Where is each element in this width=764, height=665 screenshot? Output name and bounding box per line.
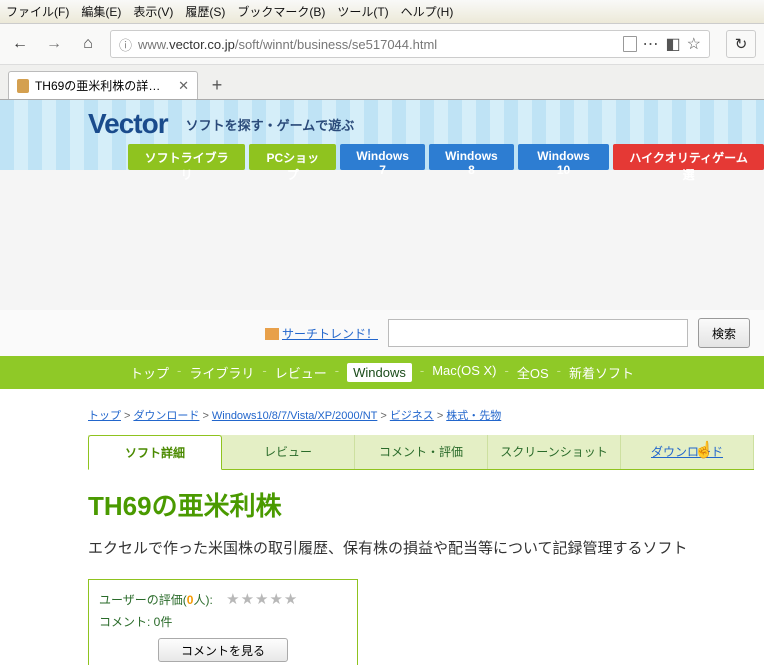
address-bar[interactable]: ⓘ www.vector.co.jp/soft/winnt/business/s…: [110, 30, 710, 58]
breadcrumb-separator: >: [434, 410, 446, 422]
browser-toolbar: ← → ⌂ ⓘ www.vector.co.jp/soft/winnt/busi…: [0, 24, 764, 65]
detail-tabs: ソフト詳細レビューコメント・評価スクリーンショットダウンロード: [88, 435, 754, 470]
breadcrumb-link[interactable]: ダウンロード: [133, 410, 199, 422]
site-header: Vector ソフトを探す・ゲームで遊ぶ: [0, 100, 764, 144]
forward-button[interactable]: →: [42, 32, 66, 56]
breadcrumb-link[interactable]: Windows10/8/7/Vista/XP/2000/NT: [212, 410, 378, 422]
separator: -: [335, 363, 339, 382]
separator: -: [420, 363, 424, 382]
menu-file[interactable]: ファイル(F): [6, 3, 69, 20]
category-nav-item[interactable]: 新着ソフト: [569, 363, 634, 382]
new-tab-button[interactable]: +: [204, 72, 230, 98]
category-nav: トップ - ライブラリ - レビュー - Windows - Mac(OS X)…: [0, 356, 764, 389]
detail-tab[interactable]: レビュー: [222, 435, 355, 469]
menu-edit[interactable]: 編集(E): [81, 3, 121, 20]
category-nav-item[interactable]: ライブラリ: [189, 363, 254, 382]
search-row: サーチトレンド！ 検索: [0, 310, 764, 356]
product-title: TH69の亜米利株: [88, 470, 754, 537]
comment-count-line: コメント: 0件: [99, 608, 347, 638]
menu-bookmarks[interactable]: ブックマーク(B): [237, 3, 325, 20]
product-description: エクセルで作った米国株の取引履歴、保有株の損益や配当等について記録管理するソフト: [88, 537, 754, 561]
nav-tab[interactable]: ハイクオリティゲーム選: [613, 144, 764, 170]
separator: -: [262, 363, 266, 382]
rating-box: ユーザーの評価(0人): ★★★★★ コメント: 0件 コメントを見る: [88, 579, 358, 665]
detail-tab[interactable]: ダウンロード: [621, 435, 754, 469]
favicon: [17, 79, 29, 93]
menu-help[interactable]: ヘルプ(H): [401, 3, 454, 20]
home-button[interactable]: ⌂: [76, 32, 100, 56]
nav-tab[interactable]: Windows 8: [429, 144, 514, 170]
bookmark-star-icon[interactable]: ☆: [687, 34, 701, 54]
back-button[interactable]: ←: [8, 32, 32, 56]
tab-title: TH69の亜米利株の詳細情報 :: [35, 77, 168, 94]
pocket-icon[interactable]: ◧: [666, 34, 681, 54]
browser-tab[interactable]: TH69の亜米利株の詳細情報 : ✕: [8, 71, 198, 99]
separator: -: [177, 363, 181, 382]
menu-view[interactable]: 表示(V): [133, 3, 173, 20]
breadcrumb-link[interactable]: ビジネス: [390, 410, 434, 422]
reader-mode-icon[interactable]: [623, 36, 637, 52]
separator: -: [557, 363, 561, 382]
breadcrumb-link[interactable]: 株式・先物: [446, 410, 501, 422]
nav-tab[interactable]: Windows 10: [518, 144, 609, 170]
breadcrumb-separator: >: [199, 410, 211, 422]
separator: -: [504, 363, 508, 382]
page-actions-icon[interactable]: ⋯: [643, 34, 660, 54]
nav-tab[interactable]: PCショップ: [249, 144, 336, 170]
tab-bar: TH69の亜米利株の詳細情報 : ✕ +: [0, 65, 764, 100]
search-trend-link[interactable]: サーチトレンド！: [265, 325, 378, 342]
category-nav-item[interactable]: Mac(OS X): [432, 363, 496, 382]
detail-tab[interactable]: スクリーンショット: [488, 435, 621, 469]
search-button[interactable]: 検索: [698, 318, 750, 348]
view-comments-button[interactable]: コメントを見る: [158, 638, 288, 662]
menu-tools[interactable]: ツール(T): [337, 3, 388, 20]
category-nav-item[interactable]: レビュー: [275, 363, 327, 382]
nav-tab[interactable]: Windows 7: [340, 144, 425, 170]
page-content: Vector ソフトを探す・ゲームで遊ぶ ソフトライブラリPCショップWindo…: [0, 100, 764, 665]
close-tab-icon[interactable]: ✕: [178, 78, 189, 94]
detail-tab[interactable]: ソフト詳細: [88, 435, 222, 470]
detail-tab[interactable]: コメント・評価: [355, 435, 488, 469]
browser-menubar: ファイル(F) 編集(E) 表示(V) 履歴(S) ブックマーク(B) ツール(…: [0, 0, 764, 24]
rating-line: ユーザーの評価(0人): ★★★★★: [99, 590, 347, 608]
reload-button[interactable]: ↻: [726, 30, 756, 58]
url-text: www.vector.co.jp/soft/winnt/business/se5…: [138, 37, 617, 52]
site-tagline: ソフトを探す・ゲームで遊ぶ: [186, 115, 355, 134]
star-icons: ★★★★★: [226, 590, 298, 608]
category-nav-item[interactable]: トップ: [130, 363, 169, 382]
search-input[interactable]: [388, 319, 688, 347]
menu-history[interactable]: 履歴(S): [185, 3, 225, 20]
site-logo[interactable]: Vector: [88, 108, 168, 140]
breadcrumb: トップ>ダウンロード>Windows10/8/7/Vista/XP/2000/N…: [88, 403, 754, 435]
site-nav-tabs: ソフトライブラリPCショップWindows 7Windows 8Windows …: [0, 144, 764, 170]
category-nav-item[interactable]: 全OS: [517, 363, 549, 382]
main-content: トップ>ダウンロード>Windows10/8/7/Vista/XP/2000/N…: [0, 389, 764, 665]
info-icon: ⓘ: [119, 35, 132, 54]
trend-icon: [265, 328, 279, 340]
nav-tab[interactable]: ソフトライブラリ: [128, 144, 245, 170]
category-nav-item[interactable]: Windows: [347, 363, 412, 382]
breadcrumb-separator: >: [377, 410, 389, 422]
breadcrumb-separator: >: [121, 410, 133, 422]
ad-area: [0, 170, 764, 310]
breadcrumb-link[interactable]: トップ: [88, 410, 121, 422]
